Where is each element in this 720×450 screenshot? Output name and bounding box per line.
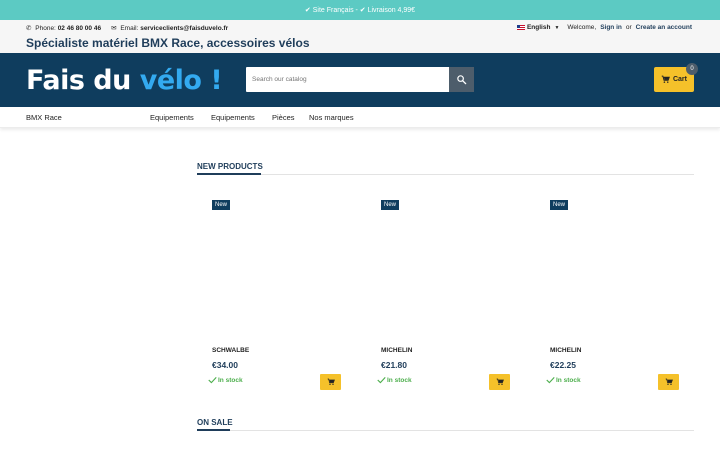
new-products-title[interactable]: NEW PRODUCTS [197, 162, 263, 171]
contact-info: ✆ Phone: 02 46 80 00 46 ✉ Email: service… [26, 24, 228, 32]
phone-contact: ✆ Phone: 02 46 80 00 46 [26, 24, 101, 32]
product-price: €34.00 [212, 360, 238, 370]
add-to-cart-button[interactable] [489, 374, 510, 390]
product-price: €21.80 [381, 360, 407, 370]
new-badge: New [212, 200, 231, 210]
nav-item-equipements-1[interactable]: Equipements [150, 113, 194, 122]
language-label: English [526, 24, 551, 31]
site-tagline: Spécialiste matériel BMX Race, accessoir… [26, 36, 310, 50]
product-card[interactable]: New MICHELIN €21.80 In stock [366, 200, 510, 395]
caret-down-icon: ▼ [554, 24, 560, 31]
product-card[interactable]: New SCHWALBE €34.00 In stock [197, 200, 341, 395]
header: Fais du vélo ! Cart 0 [0, 53, 720, 107]
check-icon [377, 376, 386, 384]
cart-icon [661, 75, 670, 83]
product-price: €22.25 [550, 360, 576, 370]
stock-status: In stock [546, 376, 581, 384]
user-links: English ▼ Welcome, Sign in or Create an … [516, 24, 692, 31]
email-label: Email: [120, 25, 139, 32]
or-text: or [625, 24, 632, 31]
on-sale-title[interactable]: ON SALE [197, 418, 233, 427]
search-input[interactable] [246, 67, 449, 92]
logo-text-main: Fais du [26, 65, 140, 96]
new-badge: New [381, 200, 400, 210]
stock-label: In stock [556, 376, 581, 384]
cart-icon [665, 378, 673, 385]
section-divider [197, 430, 694, 431]
create-account-link[interactable]: Create an account [636, 24, 692, 31]
sign-in-link[interactable]: Sign in [600, 24, 622, 31]
search-button[interactable] [449, 67, 474, 92]
product-brand[interactable]: MICHELIN [550, 347, 581, 354]
cart-label: Cart [672, 76, 687, 83]
add-to-cart-button[interactable] [658, 374, 679, 390]
section-divider [197, 174, 694, 175]
cart-icon [327, 378, 335, 385]
stock-status: In stock [208, 376, 243, 384]
search-icon [457, 75, 467, 85]
welcome-text: Welcome, [567, 24, 597, 31]
phone-label: Phone: [35, 25, 56, 32]
product-brand[interactable]: SCHWALBE [212, 347, 249, 354]
section-title-underline [197, 173, 261, 175]
nav-item-equipements-2[interactable]: Equipements [211, 113, 255, 122]
us-flag-icon [516, 25, 525, 30]
cart-count-badge: 0 [686, 63, 698, 75]
add-to-cart-button[interactable] [320, 374, 341, 390]
check-icon [208, 376, 217, 384]
nav-item-nos-marques[interactable]: Nos marques [309, 113, 354, 122]
topbar: ✆ Phone: 02 46 80 00 46 ✉ Email: service… [0, 20, 720, 53]
search-bar [246, 67, 474, 92]
main-nav: BMX Race Equipements Equipements Pièces … [0, 107, 720, 128]
check-icon [546, 376, 555, 384]
promo-text: ✔ Site Français - ✔ Livraison 4,99€ [304, 7, 416, 14]
new-badge: New [550, 200, 569, 210]
phone-icon: ✆ [26, 25, 32, 32]
nav-item-pieces[interactable]: Pièces [272, 113, 295, 122]
promo-bar: ✔ Site Français - ✔ Livraison 4,99€ [0, 0, 720, 20]
email-address[interactable]: serviceclients@faisduvelo.fr [140, 25, 228, 32]
mail-icon: ✉ [111, 25, 117, 32]
email-contact: ✉ Email: serviceclients@faisduvelo.fr [111, 24, 228, 32]
language-selector[interactable]: English ▼ [516, 24, 560, 31]
product-card[interactable]: New MICHELIN €22.25 In stock [535, 200, 679, 395]
stock-label: In stock [387, 376, 412, 384]
phone-number[interactable]: 02 46 80 00 46 [58, 25, 101, 32]
stock-status: In stock [377, 376, 412, 384]
nav-item-bmx-race[interactable]: BMX Race [26, 113, 62, 122]
cart-icon [496, 378, 504, 385]
product-brand[interactable]: MICHELIN [381, 347, 412, 354]
site-logo[interactable]: Fais du vélo ! [26, 65, 223, 96]
stock-label: In stock [218, 376, 243, 384]
logo-text-highlight: vélo ! [139, 65, 223, 96]
section-title-underline [197, 429, 230, 431]
